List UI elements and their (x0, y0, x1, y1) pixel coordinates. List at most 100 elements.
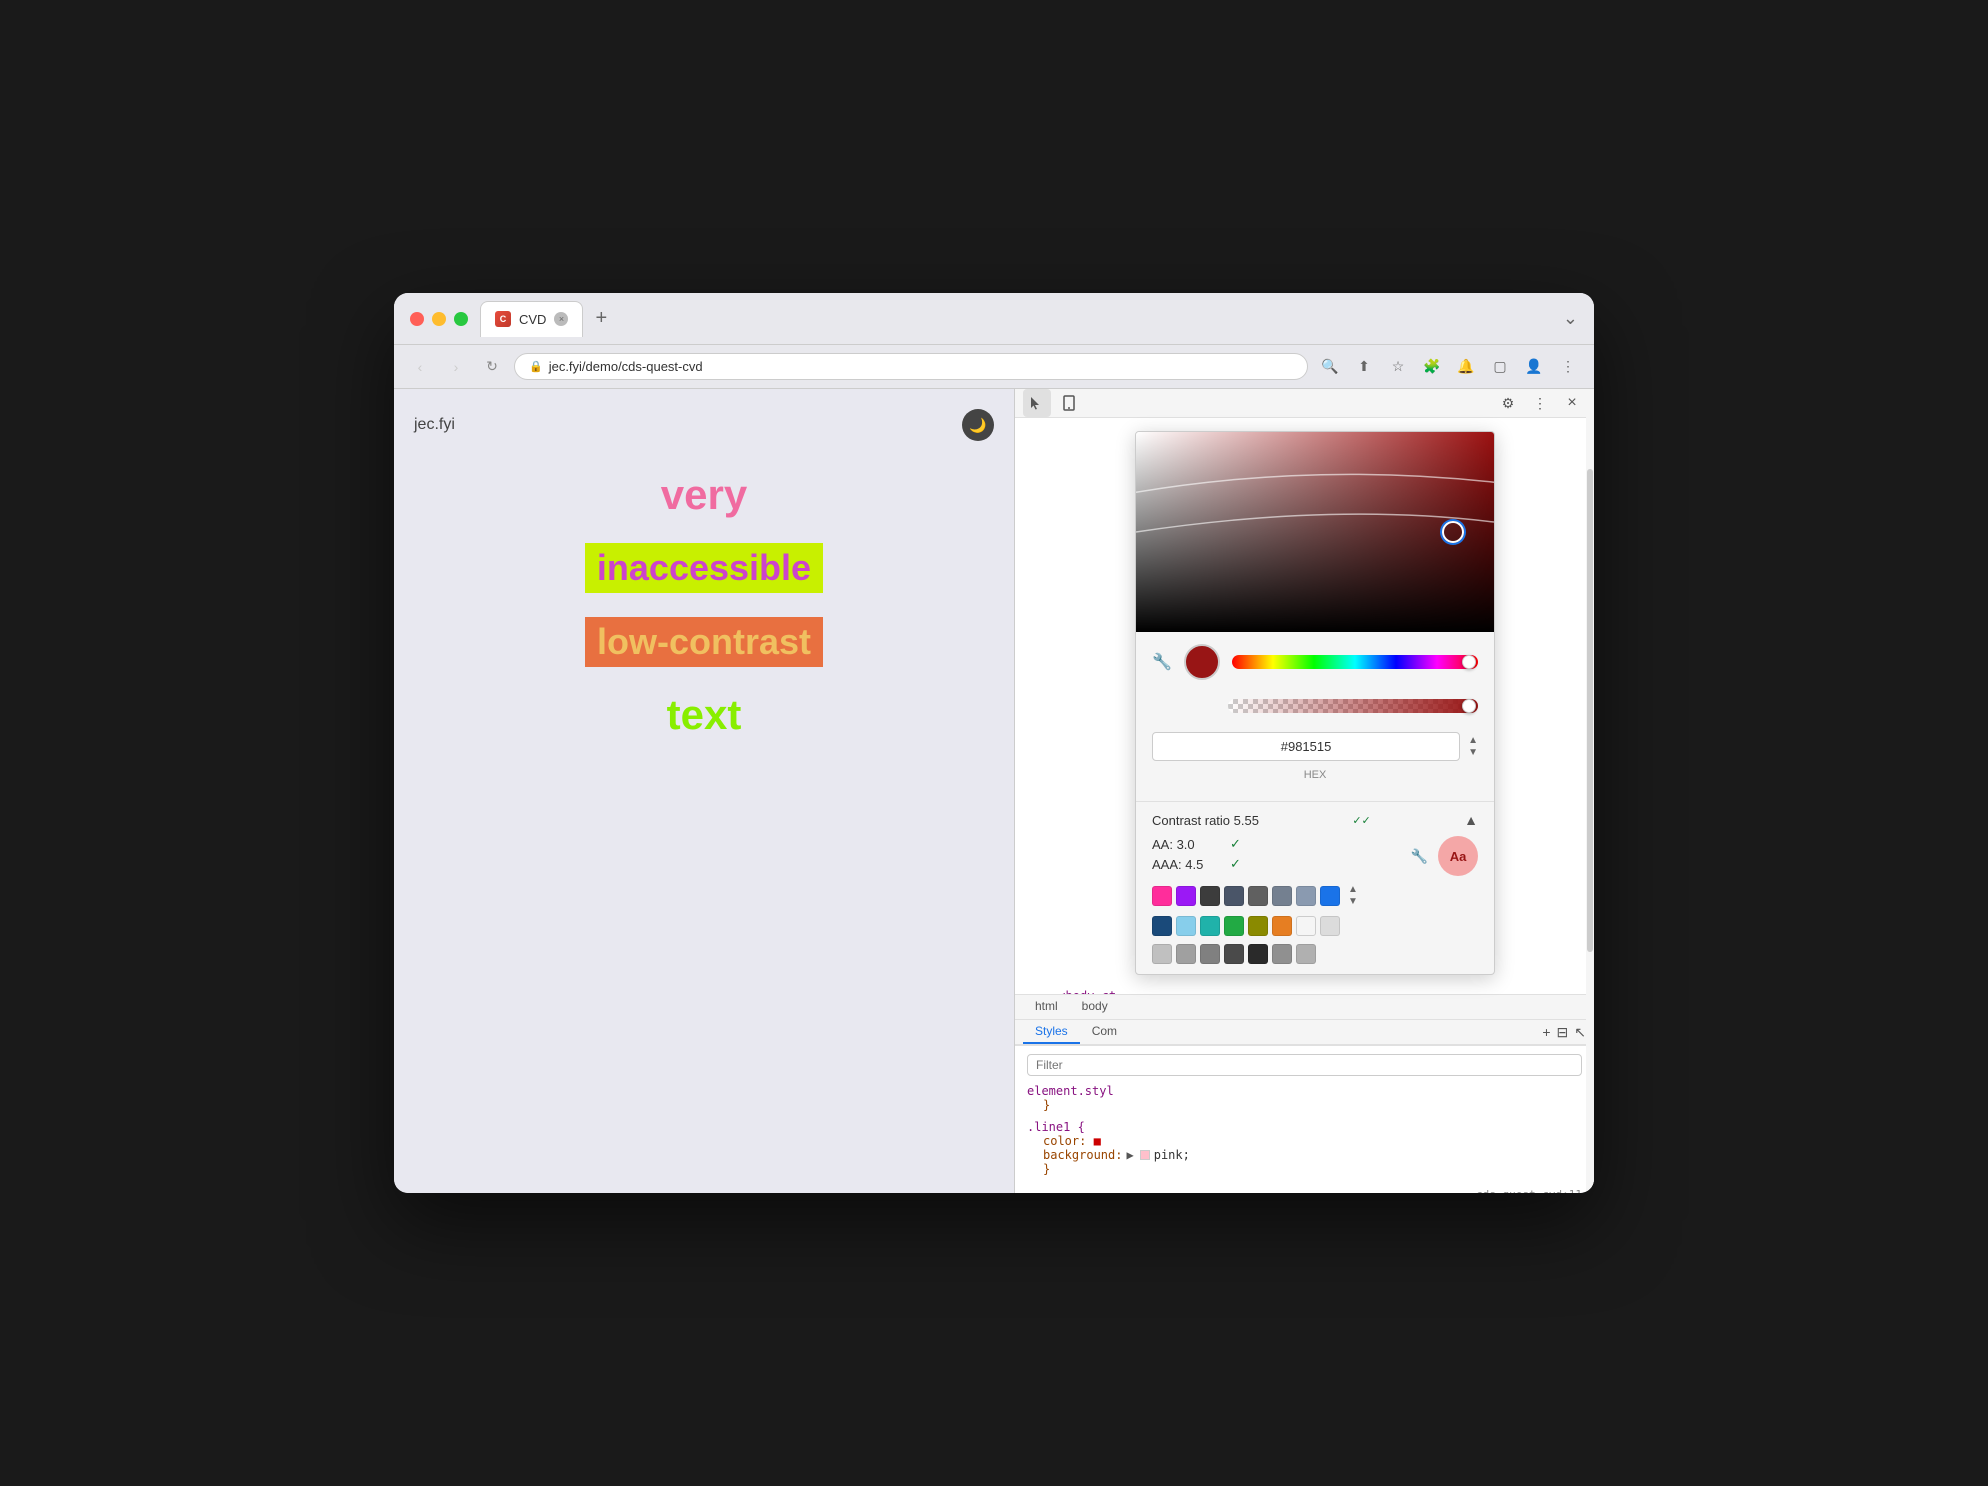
dark-mode-toggle[interactable]: 🌙 (962, 409, 994, 441)
refresh-button[interactable]: ↻ (478, 353, 506, 381)
swatch-silver[interactable] (1152, 944, 1172, 964)
hue-slider[interactable] (1232, 655, 1478, 669)
background-color-swatch[interactable] (1140, 1150, 1150, 1160)
dock-button[interactable]: ⊟ (1557, 1024, 1569, 1041)
cp-contrast-section: Contrast ratio 5.55 ✓✓ ▲ AA: 3.0 ✓ (1136, 801, 1494, 974)
cp-aaa-row: AAA: 4.5 ✓ (1152, 856, 1241, 872)
extensions-button[interactable]: 🧩 (1418, 353, 1446, 381)
cp-controls: 🔧 (1136, 632, 1494, 801)
swatch-dark-gray[interactable] (1200, 886, 1220, 906)
page-logo: jec.fyi (414, 416, 455, 434)
aaa-check: ✓ (1230, 856, 1241, 872)
tab-computed[interactable]: Com (1080, 1020, 1129, 1044)
devtools-toolbar: ⚙ ⋮ × (1015, 389, 1594, 418)
devtools-scrollbar[interactable] (1586, 389, 1594, 1193)
swatch-gray4[interactable] (1200, 944, 1220, 964)
color-picker-indicator[interactable] (1442, 521, 1464, 543)
swatch-gray5[interactable] (1272, 944, 1292, 964)
color-picker-popup: 🔧 (1135, 431, 1495, 975)
swatch-purple[interactable] (1176, 886, 1196, 906)
device-icon (1061, 395, 1077, 411)
device-toggle-button[interactable] (1055, 389, 1083, 417)
swatch-light-gray[interactable] (1320, 916, 1340, 936)
tab-list-button[interactable]: ⌄ (1563, 308, 1578, 329)
swatch-orange[interactable] (1272, 916, 1292, 936)
inspect-element-button[interactable] (1023, 389, 1051, 417)
devtools-close-button[interactable]: × (1558, 389, 1586, 417)
color-canvas[interactable] (1136, 432, 1494, 632)
main-area: jec.fyi 🌙 very inaccessible low-contrast… (394, 389, 1594, 1193)
background-value: pink; (1154, 1148, 1190, 1162)
swatch-slate[interactable] (1224, 886, 1244, 906)
cp-spinner[interactable]: ▲ ▼ (1468, 735, 1478, 759)
search-button[interactable]: 🔍 (1316, 353, 1344, 381)
hue-thumb (1462, 655, 1476, 669)
swatch-teal[interactable] (1200, 916, 1220, 936)
address-bar: ‹ › ↻ 🔒 jec.fyi/demo/cds-quest-cvd 🔍 ⬆ ☆… (394, 345, 1594, 389)
add-style-button[interactable]: + (1542, 1024, 1550, 1041)
swatch-gray[interactable] (1248, 886, 1268, 906)
css-rule-close: } (1027, 1162, 1582, 1176)
swatch-scroll[interactable]: ▲ ▼ (1348, 884, 1358, 908)
title-bar: C CVD × + ⌄ (394, 293, 1594, 345)
cp-aa-row: AA: 3.0 ✓ (1152, 836, 1241, 852)
swatch-green[interactable] (1224, 916, 1244, 936)
tab-styles[interactable]: Styles (1023, 1020, 1080, 1044)
alert-button[interactable]: 🔔 (1452, 353, 1480, 381)
alpha-slider[interactable] (1228, 699, 1478, 713)
swatch-gray6[interactable] (1296, 944, 1316, 964)
scrollbar-thumb (1587, 469, 1593, 951)
swatch-darker[interactable] (1248, 944, 1268, 964)
swatch-dark-blue[interactable] (1152, 916, 1172, 936)
close-window-button[interactable] (410, 312, 424, 326)
account-button[interactable]: 👤 (1520, 353, 1548, 381)
file-reference: cds-quest-cvd:11 (1027, 1184, 1582, 1193)
tab-bar: C CVD × + ⌄ (480, 301, 1578, 337)
tab-close-button[interactable]: × (554, 312, 568, 326)
split-view-button[interactable]: ▢ (1486, 353, 1514, 381)
address-input[interactable]: 🔒 jec.fyi/demo/cds-quest-cvd (514, 353, 1308, 380)
devtools-breadcrumb-tabs: html body (1015, 994, 1594, 1020)
swatch-blue[interactable] (1320, 886, 1340, 906)
dt-tab-body[interactable]: body (1070, 995, 1120, 1019)
cp-row1: 🔧 (1152, 644, 1478, 680)
browser-tab[interactable]: C CVD × (480, 301, 583, 337)
aa-check: ✓ (1230, 836, 1241, 852)
dt-line-body[interactable]: ▶ <body ct (1015, 986, 1594, 994)
swatch-dark[interactable] (1224, 944, 1244, 964)
forward-button[interactable]: › (442, 353, 470, 381)
word-inaccessible: inaccessible (585, 543, 823, 593)
fullscreen-window-button[interactable] (454, 312, 468, 326)
new-tab-button[interactable]: + (587, 307, 615, 330)
hex-input[interactable] (1152, 732, 1460, 761)
word-very: very (661, 471, 747, 519)
swatch-sky-blue[interactable] (1176, 916, 1196, 936)
devtools-panel-tabs: Styles Com + ⊟ ↖ (1015, 1020, 1594, 1045)
inspect-icon[interactable]: ↖ (1574, 1024, 1586, 1041)
eyedropper-icon[interactable]: 🔧 (1152, 652, 1172, 672)
css-rule-element: element.styl } (1027, 1084, 1582, 1112)
minimize-window-button[interactable] (432, 312, 446, 326)
back-button[interactable]: ‹ (406, 353, 434, 381)
cp-aa-aaa: AA: 3.0 ✓ AAA: 4.5 ✓ 🔧 (1152, 836, 1478, 876)
filter-input[interactable] (1027, 1054, 1582, 1076)
swatch-pink[interactable] (1152, 886, 1172, 906)
dt-tab-html[interactable]: html (1023, 995, 1070, 1019)
eyedropper2-icon[interactable]: 🔧 (1411, 848, 1428, 865)
cp-hex-row: ▲ ▼ (1152, 732, 1478, 761)
alpha-thumb (1462, 699, 1476, 713)
share-button[interactable]: ⬆ (1350, 353, 1378, 381)
swatch-olive[interactable] (1248, 916, 1268, 936)
devtools-settings-button[interactable]: ⚙ (1494, 389, 1522, 417)
cp-color-swatch[interactable] (1184, 644, 1220, 680)
devtools-more-button[interactable]: ⋮ (1526, 389, 1554, 417)
swatch-near-white[interactable] (1296, 916, 1316, 936)
page-header: jec.fyi 🌙 (414, 409, 994, 441)
bookmark-button[interactable]: ☆ (1384, 353, 1412, 381)
swatch-light-slate[interactable] (1296, 886, 1316, 906)
swatch-gray3[interactable] (1176, 944, 1196, 964)
swatch-gray2[interactable] (1272, 886, 1292, 906)
cp-contrast-header[interactable]: Contrast ratio 5.55 ✓✓ ▲ (1152, 812, 1478, 828)
panel-actions: + ⊟ ↖ (1542, 1024, 1586, 1041)
menu-button[interactable]: ⋮ (1554, 353, 1582, 381)
